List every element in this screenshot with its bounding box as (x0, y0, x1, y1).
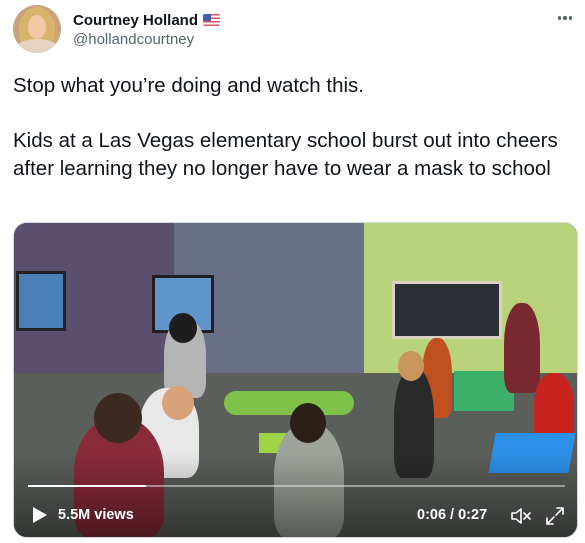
volume-muted-icon[interactable] (510, 506, 532, 526)
author-display-name[interactable]: Courtney Holland (73, 12, 198, 29)
us-flag-icon (203, 14, 221, 26)
tweet-card: Courtney Holland @hollandcourtney Stop w… (0, 0, 585, 543)
author-name-row: Courtney Holland (73, 10, 221, 30)
video-progress-bar[interactable] (28, 485, 565, 487)
play-icon[interactable] (32, 506, 48, 524)
fullscreen-icon[interactable] (544, 505, 566, 527)
video-player[interactable]: 5.5M views 0:06 / 0:27 (13, 222, 578, 538)
tweet-text: Stop what you’re doing and watch this. K… (13, 72, 573, 182)
video-progress-fill (28, 485, 147, 487)
video-view-count: 5.5M views (58, 507, 134, 523)
tweet-text-line1: Stop what you’re doing and watch this. (13, 74, 364, 97)
video-time: 0:06 / 0:27 (417, 507, 488, 523)
author-handle[interactable]: @hollandcourtney (73, 31, 194, 48)
tweet-text-line2: Kids at a Las Vegas elementary school bu… (13, 129, 558, 180)
video-frame (14, 223, 577, 537)
more-options-icon[interactable] (553, 8, 577, 28)
avatar[interactable] (13, 5, 61, 53)
